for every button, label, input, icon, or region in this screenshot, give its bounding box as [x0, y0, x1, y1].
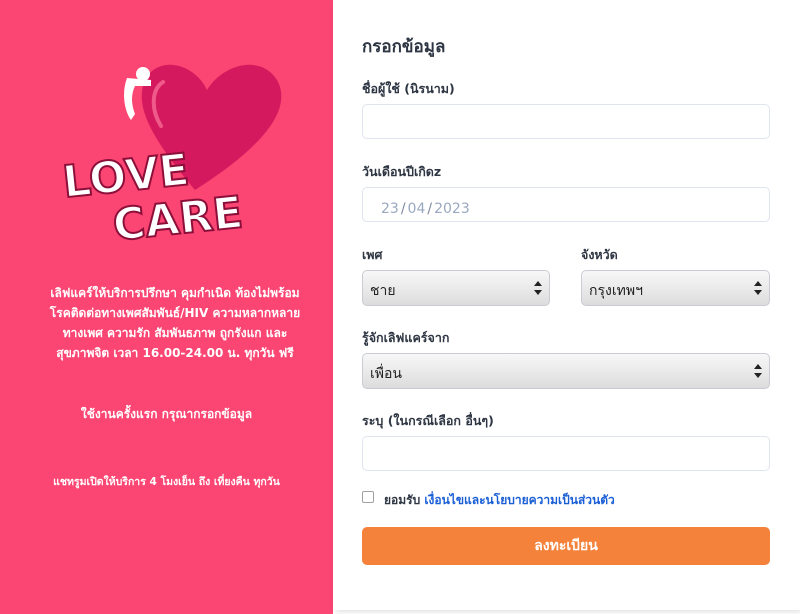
- register-button[interactable]: ลงทะเบียน: [362, 527, 770, 565]
- lovecare-logo: LOVE CARE: [55, 42, 295, 252]
- consent-checkbox[interactable]: [362, 491, 374, 503]
- registration-form: กรอกข้อมูล ชื่อผู้ใช้ (นิรนาม) วันเดือนป…: [333, 0, 800, 610]
- referral-selected: เพื่อน: [370, 366, 402, 382]
- birthdate-input[interactable]: 23/04/2023: [362, 187, 770, 222]
- date-separator: /: [427, 201, 433, 217]
- brand-panel: LOVE CARE เลิฟแคร์ให้บริการปรึกษา คุมกำเ…: [0, 0, 333, 614]
- first-use-note: ใช้งานครั้งแรก กรุณากรอกข้อมูล: [80, 407, 253, 421]
- birthdate-year[interactable]: 2023: [434, 201, 470, 217]
- other-input[interactable]: [362, 436, 770, 471]
- form-title: กรอกข้อมูล: [362, 37, 446, 57]
- province-label: จังหวัด: [581, 247, 618, 262]
- birthdate-label: วันเดือนปีเกิดz: [362, 164, 442, 179]
- consent-prefix: ยอมรับ: [384, 493, 421, 507]
- promo-line: สุขภาพจิต เวลา 16.00-24.00 น. ทุกวัน ฟรี: [56, 346, 294, 360]
- select-arrows-icon: [533, 279, 543, 297]
- birthdate-day[interactable]: 23: [381, 201, 399, 217]
- registration-page: LOVE CARE เลิฟแคร์ให้บริการปรึกษา คุมกำเ…: [0, 0, 800, 614]
- nickname-label: ชื่อผู้ใช้ (นิรนาม): [362, 81, 455, 96]
- privacy-policy-link[interactable]: เงื่อนไขและนโยบายความเป็นส่วนตัว: [424, 493, 614, 507]
- chatroom-hours: แชทรูมเปิดให้บริการ 4 โมงเย็น ถึง เที่ยง…: [53, 476, 280, 488]
- date-separator: /: [400, 201, 406, 217]
- gender-label: เพศ: [362, 247, 383, 262]
- promo-line: ทางเพศ ความรัก สัมพันธภาพ ถูกรังแก และ: [62, 326, 288, 340]
- promo-line: เลิฟแคร์ให้บริการปรึกษา คุมกำเนิด ท้องไม…: [50, 286, 300, 300]
- birthdate-month[interactable]: 04: [408, 201, 426, 217]
- nickname-input[interactable]: [362, 104, 770, 139]
- gender-select[interactable]: ชาย: [362, 270, 550, 306]
- select-arrows-icon: [753, 362, 763, 380]
- referral-select[interactable]: เพื่อน: [362, 353, 770, 389]
- province-selected: กรุงเทพฯ: [589, 283, 643, 299]
- service-description: เลิฟแคร์ให้บริการปรึกษา คุมกำเนิด ท้องไม…: [40, 283, 310, 363]
- consent-text: ยอมรับ เงื่อนไขและนโยบายความเป็นส่วนตัว: [384, 491, 615, 510]
- select-arrows-icon: [753, 279, 763, 297]
- referral-label: รู้จักเลิฟแคร์จาก: [362, 330, 450, 345]
- promo-line: โรคติดต่อทางเพศสัมพันธ์/HIV ความหลากหลาย: [49, 306, 301, 320]
- other-label: ระบุ (ในกรณีเลือก อื่นๆ): [362, 413, 494, 428]
- gender-selected: ชาย: [370, 283, 396, 299]
- province-select[interactable]: กรุงเทพฯ: [581, 270, 770, 306]
